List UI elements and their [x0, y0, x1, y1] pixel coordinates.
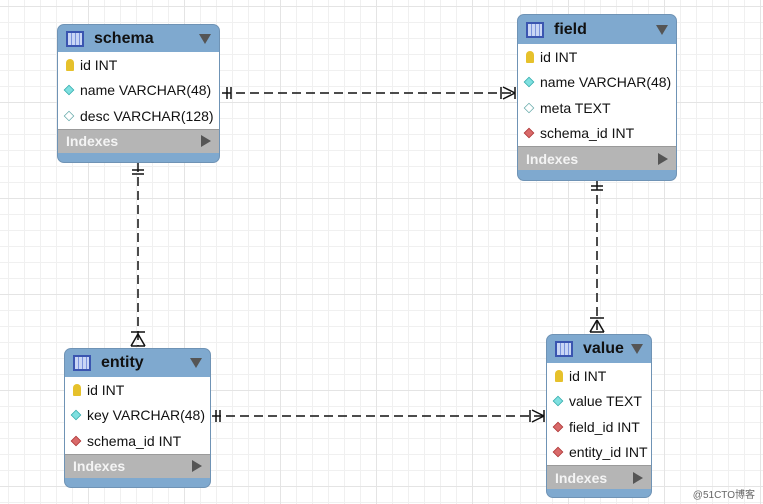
column-text: schema_id INT [540, 125, 635, 142]
collapse-icon[interactable] [656, 24, 668, 35]
table-icon [73, 355, 91, 371]
diamond-filled-icon [523, 76, 535, 88]
column-text: field_id INT [569, 418, 640, 435]
collapse-icon[interactable] [631, 344, 643, 354]
diamond-red-icon [552, 446, 564, 458]
expand-icon[interactable] [633, 471, 643, 484]
column-text: name VARCHAR(48) [540, 74, 672, 91]
diamond-red-icon [552, 421, 564, 433]
indexes-label: Indexes [73, 458, 126, 474]
column-row[interactable]: meta TEXT [518, 95, 676, 121]
table-icon [555, 341, 573, 357]
column-row[interactable]: schema_id INT [65, 428, 210, 454]
column-row[interactable]: id INT [58, 52, 219, 78]
column-text: meta TEXT [540, 99, 611, 116]
indexes-label: Indexes [555, 469, 608, 486]
key-icon [66, 58, 74, 71]
column-text: value TEXT [569, 393, 642, 410]
column-row[interactable]: desc VARCHAR(128) [58, 103, 219, 129]
column-row[interactable]: entity_id INT [547, 440, 651, 466]
expand-icon[interactable] [192, 460, 202, 472]
table-name: field [554, 20, 587, 38]
watermark: @51CTO博客 [692, 490, 755, 501]
table-value[interactable]: value id INT value TEXT field_id INT ent… [546, 334, 652, 498]
table-icon [66, 30, 84, 47]
column-text: id INT [80, 56, 118, 73]
diamond-red-icon [523, 127, 535, 139]
table-field[interactable]: field id INT name VARCHAR(48) meta TEXT … [517, 14, 677, 181]
column-row[interactable]: id INT [518, 44, 676, 70]
diamond-red-icon [70, 435, 82, 447]
indexes-label: Indexes [526, 150, 579, 167]
key-icon [555, 369, 563, 382]
column-text: entity_id INT [569, 444, 648, 461]
key-icon [526, 50, 534, 63]
column-row[interactable]: key VARCHAR(48) [65, 403, 210, 429]
table-icon [526, 21, 544, 38]
key-icon [73, 383, 81, 396]
collapse-icon[interactable] [199, 33, 211, 44]
column-row[interactable]: field_id INT [547, 414, 651, 440]
indexes-section[interactable]: Indexes [547, 465, 651, 489]
table-name: schema [94, 29, 154, 47]
column-text: id INT [87, 381, 125, 398]
diamond-empty-icon [63, 110, 75, 122]
diamond-filled-icon [63, 84, 75, 96]
column-row[interactable]: value TEXT [547, 389, 651, 415]
column-text: schema_id INT [87, 432, 182, 449]
table-schema[interactable]: schema id INT name VARCHAR(48) desc VARC… [57, 24, 220, 163]
indexes-section[interactable]: Indexes [65, 453, 210, 478]
rel-schema-entity[interactable] [130, 163, 146, 347]
expand-icon[interactable] [201, 135, 211, 147]
column-row[interactable]: name VARCHAR(48) [58, 78, 219, 104]
table-entity[interactable]: entity id INT key VARCHAR(48) schema_id … [64, 348, 211, 488]
rel-schema-field[interactable] [222, 86, 516, 100]
column-text: key VARCHAR(48) [87, 407, 205, 424]
rel-field-value[interactable] [589, 181, 605, 333]
column-row[interactable]: id INT [547, 363, 651, 389]
diamond-empty-icon [523, 102, 535, 114]
column-row[interactable]: id INT [65, 377, 210, 403]
collapse-icon[interactable] [190, 358, 202, 368]
column-text: name VARCHAR(48) [80, 82, 212, 99]
column-text: id INT [540, 48, 578, 65]
diamond-filled-icon [70, 409, 82, 421]
expand-icon[interactable] [658, 152, 668, 165]
diamond-filled-icon [552, 395, 564, 407]
column-row[interactable]: name VARCHAR(48) [518, 70, 676, 96]
table-name: value [583, 340, 624, 357]
column-text: id INT [569, 367, 607, 384]
table-name: entity [101, 354, 144, 371]
rel-entity-value[interactable] [212, 409, 545, 423]
indexes-section[interactable]: Indexes [518, 146, 676, 170]
column-text: desc VARCHAR(128) [80, 107, 214, 124]
indexes-section[interactable]: Indexes [58, 128, 219, 153]
column-row[interactable]: schema_id INT [518, 121, 676, 147]
indexes-label: Indexes [66, 133, 119, 149]
